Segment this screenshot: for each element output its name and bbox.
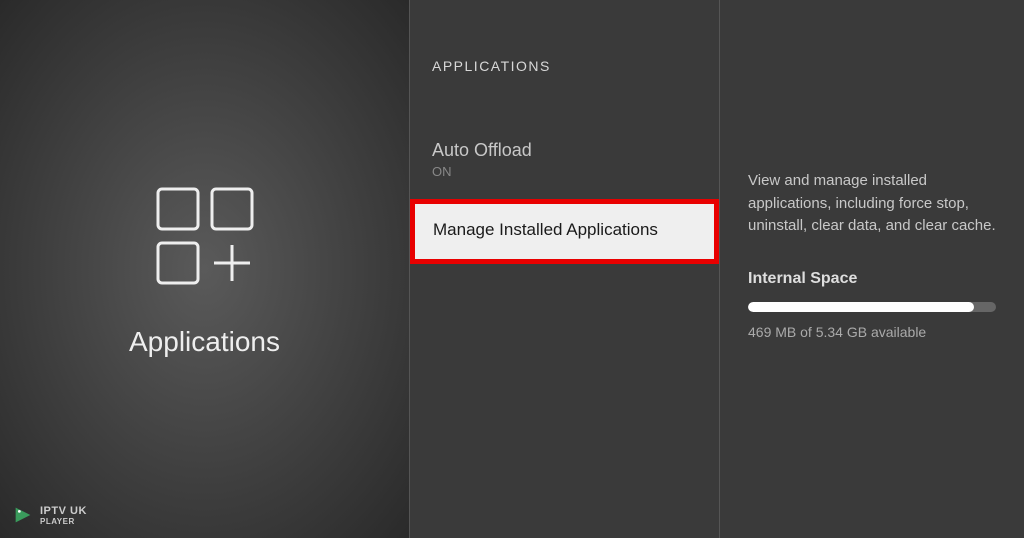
applications-icon [150, 181, 260, 291]
menu-header: APPLICATIONS [410, 58, 719, 74]
watermark-subtext: PLAYER [40, 517, 87, 526]
detail-panel: View and manage installed applications, … [720, 0, 1024, 538]
play-icon [12, 504, 34, 526]
watermark: IPTV UK PLAYER [12, 504, 87, 526]
menu-item-subtitle: ON [432, 164, 697, 179]
menu-item-auto-offload[interactable]: Auto Offload ON [410, 126, 719, 193]
storage-title: Internal Space [748, 270, 996, 288]
menu-item-title: Auto Offload [432, 140, 697, 161]
watermark-text: IPTV UK [40, 505, 87, 517]
menu-item-manage-applications[interactable]: Manage Installed Applications [410, 199, 719, 264]
storage-text: 469 MB of 5.34 GB available [748, 324, 996, 340]
left-category-panel: Applications IPTV UK PLAYER [0, 0, 410, 538]
storage-progress-bar [748, 302, 996, 312]
storage-progress-fill [748, 302, 974, 312]
left-panel-title: Applications [129, 326, 280, 358]
menu-panel: APPLICATIONS Auto Offload ON Manage Inst… [410, 0, 720, 538]
menu-item-title: Manage Installed Applications [433, 220, 696, 240]
description-text: View and manage installed applications, … [748, 170, 996, 238]
